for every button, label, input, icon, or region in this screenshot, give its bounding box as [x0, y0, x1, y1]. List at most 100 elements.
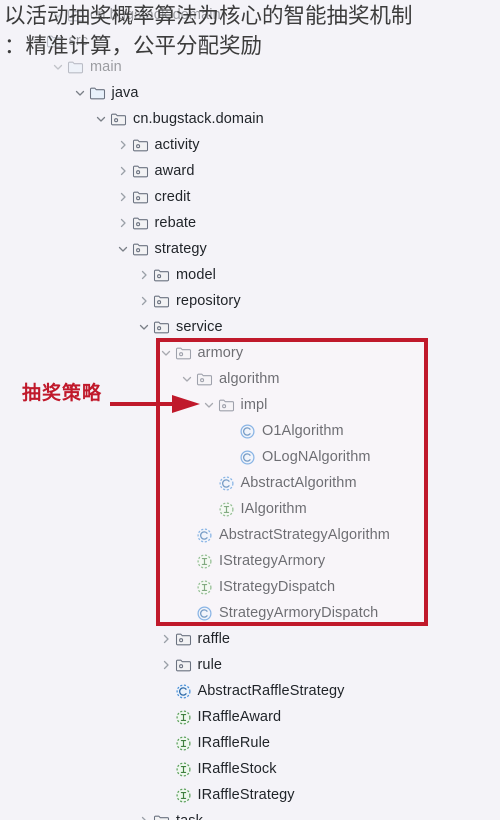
tree-item-label: model [176, 266, 216, 283]
chevron-down-icon[interactable] [94, 112, 108, 126]
chevron-right-icon[interactable] [137, 814, 151, 820]
tree-row-repository[interactable]: repository [0, 288, 500, 314]
tree-row-ialgorithm[interactable]: IAlgorithm [0, 496, 500, 522]
chevron-right-icon[interactable] [137, 294, 151, 308]
class-icon [239, 449, 256, 466]
chevron-right-icon[interactable] [159, 658, 173, 672]
tree-item-label: IAlgorithm [240, 500, 307, 517]
tree-item-label: IRaffleStock [197, 760, 277, 777]
package-icon [153, 267, 170, 284]
tree-row-rebate[interactable]: rebate [0, 210, 500, 236]
tree-row-abstractstrategyalgorithm[interactable]: AbstractStrategyAlgorithm [0, 522, 500, 548]
package-icon [218, 397, 235, 414]
tree-row-armory[interactable]: armory [0, 340, 500, 366]
tree-row-main[interactable]: main [0, 54, 500, 80]
tree-item-label: AbstractStrategyAlgorithm [219, 526, 390, 543]
package-icon [110, 111, 127, 128]
tree-item-label: IStrategyArmory [219, 552, 326, 569]
interface-icon [218, 501, 235, 518]
chevron-down-icon[interactable] [202, 398, 216, 412]
tree-item-label: impl [240, 396, 268, 413]
tree-row-raffle[interactable]: raffle [0, 626, 500, 652]
tree-item-label: algorithm [219, 370, 280, 387]
tree-row-activity[interactable]: activity [0, 132, 500, 158]
package-icon [153, 293, 170, 310]
tree-row-istrategydispatch[interactable]: IStrategyDispatch [0, 574, 500, 600]
tree-row-cn-bugstack-domain[interactable]: cn.bugstack.domain [0, 2, 500, 28]
package-icon [132, 215, 149, 232]
tree-row-irafflerule[interactable]: IRaffleRule [0, 730, 500, 756]
tree-item-label: src [68, 32, 89, 49]
package-icon [132, 137, 149, 154]
tree-row-task[interactable]: task [0, 808, 500, 820]
tree-item-label: service [176, 318, 223, 335]
tree-item-label: OLogNAlgorithm [262, 448, 371, 465]
tree-row-strategy[interactable]: strategy [0, 236, 500, 262]
package-icon [132, 241, 149, 258]
interface-icon [175, 735, 192, 752]
package-icon [132, 189, 149, 206]
chevron-down-icon[interactable] [30, 34, 44, 48]
tree-item-label: award [154, 162, 195, 179]
chevron-right-icon[interactable] [159, 632, 173, 646]
tree-row-cn-bugstack-domain[interactable]: cn.bugstack.domain [0, 106, 500, 132]
tree-row-o1algorithm[interactable]: O1Algorithm [0, 418, 500, 444]
interface-icon [196, 553, 213, 570]
chevron-down-icon[interactable] [73, 86, 87, 100]
tree-row-istrategyarmory[interactable]: IStrategyArmory [0, 548, 500, 574]
tree-row-award[interactable]: award [0, 158, 500, 184]
tree-item-label: rule [197, 656, 223, 673]
package-icon [175, 631, 192, 648]
folder-icon [46, 33, 63, 50]
chevron-down-icon[interactable] [159, 346, 173, 360]
folder-icon [89, 85, 106, 102]
tree-row-irafflestrategy[interactable]: IRaffleStrategy [0, 782, 500, 808]
tree-item-label: IStrategyDispatch [219, 578, 336, 595]
right-arrow-icon [110, 395, 200, 413]
tree-row-rule[interactable]: rule [0, 652, 500, 678]
tree-row-irafflestock[interactable]: IRaffleStock [0, 756, 500, 782]
tree-item-label: IRaffleAward [197, 708, 282, 725]
chevron-right-icon[interactable] [116, 190, 130, 204]
package-icon [153, 813, 170, 820]
tree-row-olognalgorithm[interactable]: OLogNAlgorithm [0, 444, 500, 470]
tree-row-strategyarmorydispatch[interactable]: StrategyArmoryDispatch [0, 600, 500, 626]
chevron-down-icon[interactable] [116, 242, 130, 256]
chevron-right-icon[interactable] [137, 268, 151, 282]
package-icon [153, 319, 170, 336]
tree-item-label: task [176, 814, 203, 820]
tree-row-abstractrafflestrategy[interactable]: AbstractRaffleStrategy [0, 678, 500, 704]
tree-item-label: StrategyArmoryDispatch [219, 604, 379, 621]
tree-row-java[interactable]: java [0, 80, 500, 106]
chevron-down-icon[interactable] [137, 320, 151, 334]
interface-icon [175, 709, 192, 726]
tree-row-model[interactable]: model [0, 262, 500, 288]
chevron-right-icon[interactable] [116, 138, 130, 152]
tree-row-credit[interactable]: credit [0, 184, 500, 210]
project-tree[interactable]: cn.bugstack.domain src main java cn.bugstack… [0, 0, 500, 820]
tree-item-label: credit [154, 188, 191, 205]
chevron-down-icon[interactable] [51, 8, 65, 22]
tree-item-label: O1Algorithm [262, 422, 344, 439]
chevron-right-icon[interactable] [116, 216, 130, 230]
tree-item-label: main [90, 58, 122, 75]
tree-row-iraffleaward[interactable]: IRaffleAward [0, 704, 500, 730]
tree-row-service[interactable]: service [0, 314, 500, 340]
interface-icon [196, 579, 213, 596]
tree-item-label: strategy [154, 240, 207, 257]
tree-item-label: repository [176, 292, 241, 309]
package-icon [132, 163, 149, 180]
tree-item-label: cn.bugstack.domain [90, 6, 221, 23]
abstract-class-icon [196, 527, 213, 544]
tree-item-label: activity [154, 136, 200, 153]
chevron-down-icon[interactable] [180, 372, 194, 386]
interface-icon [175, 761, 192, 778]
tree-row-src[interactable]: src [0, 28, 500, 54]
package-icon [175, 345, 192, 362]
abstract-class-icon [218, 475, 235, 492]
tree-row-abstractalgorithm[interactable]: AbstractAlgorithm [0, 470, 500, 496]
class-icon [196, 605, 213, 622]
tree-item-label: cn.bugstack.domain [133, 110, 264, 127]
chevron-right-icon[interactable] [116, 164, 130, 178]
chevron-down-icon[interactable] [51, 60, 65, 74]
